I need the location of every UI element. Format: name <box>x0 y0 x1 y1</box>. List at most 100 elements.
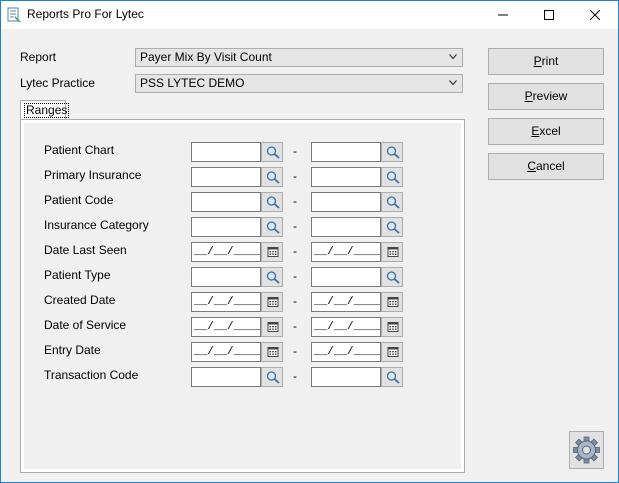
range-from-calendar-button[interactable] <box>261 317 283 337</box>
range-from-input[interactable]: __/__/____ <box>191 242 261 262</box>
calendar-icon <box>387 347 399 357</box>
range-separator: - <box>293 294 297 308</box>
range-from-input[interactable] <box>191 167 261 187</box>
calendar-icon <box>267 297 279 307</box>
range-to-input[interactable] <box>311 192 381 212</box>
range-from-calendar-button[interactable] <box>261 342 283 362</box>
magnifier-icon <box>386 171 400 184</box>
magnifier-icon <box>386 221 400 234</box>
maximize-button[interactable] <box>526 1 572 29</box>
range-from-lookup-button[interactable] <box>261 192 283 212</box>
range-to-lookup-button[interactable] <box>381 367 403 387</box>
range-to-input[interactable]: __/__/____ <box>311 292 381 312</box>
range-label: Patient Type <box>44 268 111 282</box>
range-separator: - <box>293 244 297 258</box>
chevron-down-icon <box>449 54 457 60</box>
range-to-input[interactable] <box>311 367 381 387</box>
title-bar[interactable]: Reports Pro For Lytec <box>1 1 618 29</box>
range-from-input[interactable] <box>191 192 261 212</box>
range-label: Patient Code <box>44 193 114 207</box>
tab-ranges[interactable]: Ranges <box>20 100 70 119</box>
magnifier-icon <box>386 146 400 159</box>
magnifier-icon <box>386 271 400 284</box>
range-from-calendar-button[interactable] <box>261 242 283 262</box>
range-to-lookup-button[interactable] <box>381 167 403 187</box>
minimize-button[interactable] <box>480 1 526 29</box>
report-select[interactable]: Payer Mix By Visit Count <box>135 48 463 67</box>
maximize-icon <box>544 10 554 20</box>
range-to-calendar-button[interactable] <box>381 292 403 312</box>
range-label: Insurance Category <box>44 218 149 232</box>
magnifier-icon <box>266 271 280 284</box>
range-from-input[interactable]: __/__/____ <box>191 342 261 362</box>
chevron-down-icon <box>449 80 457 86</box>
range-label: Patient Chart <box>44 143 115 157</box>
range-to-lookup-button[interactable] <box>381 217 403 237</box>
magnifier-icon <box>386 196 400 209</box>
magnifier-icon <box>266 371 280 384</box>
range-from-input[interactable] <box>191 367 261 387</box>
magnifier-icon <box>266 171 280 184</box>
range-from-lookup-button[interactable] <box>261 142 283 162</box>
range-separator: - <box>293 194 297 208</box>
range-label: Entry Date <box>44 343 101 357</box>
print-label: rint <box>541 54 559 68</box>
magnifier-icon <box>386 371 400 384</box>
preview-button[interactable]: Preview <box>488 83 604 110</box>
practice-select-value: PSS LYTEC DEMO <box>140 76 245 90</box>
close-button[interactable] <box>572 1 618 29</box>
range-separator: - <box>293 319 297 333</box>
range-to-input[interactable] <box>311 267 381 287</box>
range-to-input[interactable]: __/__/____ <box>311 342 381 362</box>
cancel-label: ancel <box>535 159 565 173</box>
range-from-input[interactable]: __/__/____ <box>191 292 261 312</box>
range-from-input[interactable]: __/__/____ <box>191 317 261 337</box>
range-from-lookup-button[interactable] <box>261 167 283 187</box>
report-label: Report <box>20 50 57 64</box>
excel-button[interactable]: Excel <box>488 118 604 145</box>
settings-button[interactable] <box>569 431 604 469</box>
magnifier-icon <box>266 196 280 209</box>
practice-select[interactable]: PSS LYTEC DEMO <box>135 74 463 93</box>
range-from-lookup-button[interactable] <box>261 267 283 287</box>
gear-icon <box>573 436 600 464</box>
close-icon <box>589 9 601 21</box>
range-to-calendar-button[interactable] <box>381 317 403 337</box>
calendar-icon <box>267 247 279 257</box>
range-to-lookup-button[interactable] <box>381 142 403 162</box>
range-to-input[interactable] <box>311 142 381 162</box>
print-button[interactable]: Print <box>488 48 604 75</box>
cancel-button[interactable]: Cancel <box>488 153 604 180</box>
calendar-icon <box>267 322 279 332</box>
range-to-lookup-button[interactable] <box>381 192 403 212</box>
range-separator: - <box>293 369 297 383</box>
practice-label: Lytec Practice <box>20 76 95 90</box>
range-to-input[interactable]: __/__/____ <box>311 317 381 337</box>
range-to-input[interactable]: __/__/____ <box>311 242 381 262</box>
range-to-lookup-button[interactable] <box>381 267 403 287</box>
magnifier-icon <box>266 146 280 159</box>
range-to-calendar-button[interactable] <box>381 342 403 362</box>
range-to-input[interactable] <box>311 167 381 187</box>
range-from-input[interactable] <box>191 142 261 162</box>
range-from-input[interactable] <box>191 267 261 287</box>
magnifier-icon <box>266 221 280 234</box>
tab-ranges-label: Ranges <box>24 103 70 118</box>
preview-accelerator: P <box>524 89 533 103</box>
range-label: Date Last Seen <box>44 243 127 257</box>
range-to-calendar-button[interactable] <box>381 242 403 262</box>
app-icon <box>7 7 21 22</box>
calendar-icon <box>267 347 279 357</box>
range-to-input[interactable] <box>311 217 381 237</box>
calendar-icon <box>387 322 399 332</box>
excel-label: xcel <box>539 124 561 138</box>
minimize-icon <box>498 14 508 16</box>
range-from-calendar-button[interactable] <box>261 292 283 312</box>
range-from-input[interactable] <box>191 217 261 237</box>
range-label: Primary Insurance <box>44 168 142 182</box>
range-from-lookup-button[interactable] <box>261 367 283 387</box>
preview-label: review <box>532 89 568 103</box>
calendar-icon <box>387 297 399 307</box>
print-accelerator: P <box>533 54 542 68</box>
range-from-lookup-button[interactable] <box>261 217 283 237</box>
